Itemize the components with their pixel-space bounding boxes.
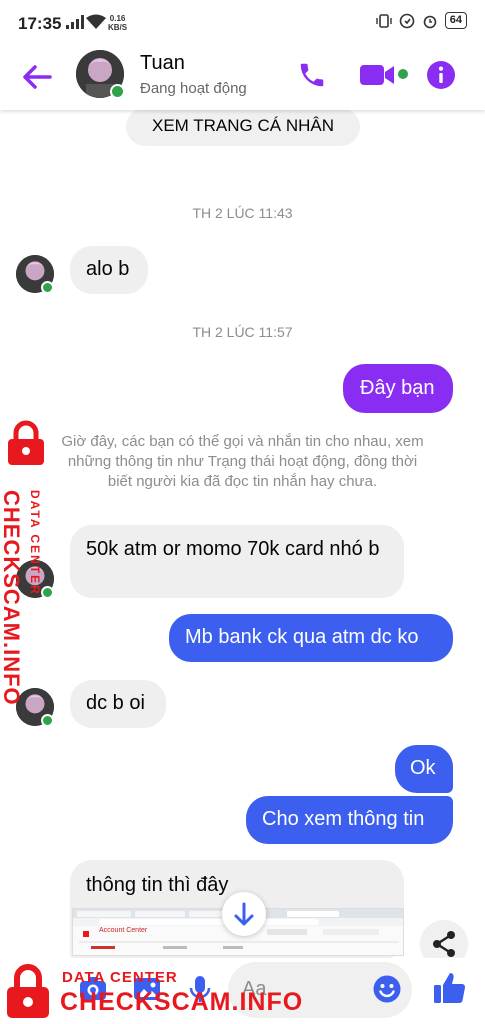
message-outgoing[interactable]: Đây bạn [343,364,453,413]
view-profile-button[interactable]: XEM TRANG CÁ NHÂN [126,108,360,146]
signal-icon [66,15,84,29]
message-outgoing[interactable]: Cho xem thông tin [246,796,453,844]
watermark-main: CHECKSCAM.INFO [0,490,24,706]
camera-icon[interactable] [78,974,108,1004]
emoji-icon[interactable] [372,974,402,1004]
message-incoming[interactable]: dc b oi [70,680,166,728]
online-indicator [41,714,54,727]
vibrate-icon [376,13,392,28]
phone-icon[interactable] [296,60,328,90]
message-input[interactable]: Aa [228,962,412,1018]
online-indicator [110,84,125,99]
data-saver-icon [399,13,415,28]
message-outgoing[interactable]: Mb bank ck qua atm dc ko [169,614,453,662]
contact-name[interactable]: Tuan [140,52,185,75]
message-incoming[interactable]: alo b [70,246,148,294]
alarm-icon [423,15,437,28]
status-icons: 64 [376,12,467,29]
scroll-to-bottom-button[interactable] [222,892,266,936]
network-speed: 0.16 KB/S [108,14,128,32]
image-icon[interactable] [132,974,162,1004]
contact-status: Đang hoạt động [140,80,247,97]
online-indicator [41,281,54,294]
wifi-icon [86,14,106,29]
message-placeholder: Aa [242,978,267,1000]
watermark-sub: DATA CENTER [28,490,42,596]
preview-title: Account Center [99,927,148,934]
thumbs-up-icon[interactable] [432,970,468,1006]
microphone-icon[interactable] [185,974,215,1004]
arrow-down-icon [234,902,254,926]
status-time: 17:35 [18,14,62,33]
system-notice: Giờ đây, các bạn có thể gọi và nhắn tin … [61,433,424,490]
lock-icon [8,420,44,465]
video-online-dot [398,69,408,79]
watermark-side: DATA CENTER CHECKSCAM.INFO [0,420,50,706]
video-camera-icon[interactable] [358,62,398,88]
status-bar: 17:35 0.16 KB/S 64 [0,0,485,46]
timestamp: TH 2 LÚC 11:57 [192,324,293,340]
timestamp: TH 2 LÚC 11:43 [192,205,293,221]
battery-level: 64 [444,12,467,29]
back-arrow-icon[interactable] [20,62,54,92]
message-outgoing[interactable]: Ok [395,745,453,793]
message-incoming[interactable]: 50k atm or momo 70k card nhó b [70,525,404,598]
info-icon[interactable] [426,60,456,90]
chat-header: Tuan Đang hoạt động [0,46,485,110]
